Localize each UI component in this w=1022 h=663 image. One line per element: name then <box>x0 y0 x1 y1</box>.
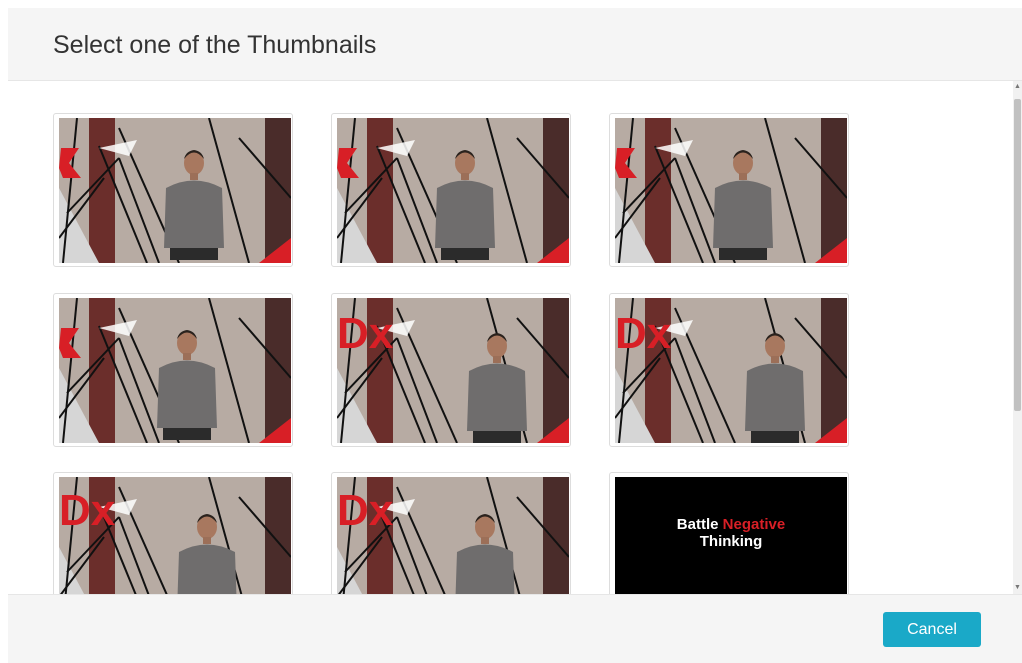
thumbnail-image <box>615 118 847 263</box>
dialog-footer: Cancel <box>8 594 1022 663</box>
thumbnail-image <box>59 477 291 594</box>
svg-text:Battle Negative: Battle Negative <box>677 516 785 533</box>
thumbnail-6[interactable] <box>609 293 849 447</box>
thumbnail-5[interactable] <box>331 293 571 447</box>
thumbnail-image <box>615 298 847 443</box>
thumbnail-7[interactable] <box>53 472 293 594</box>
title-card-image: Battle Negative Thinking <box>615 477 847 594</box>
dialog-title: Select one of the Thumbnails <box>53 31 377 59</box>
thumbnail-8[interactable] <box>331 472 571 594</box>
thumbnail-image <box>337 298 569 443</box>
scroll-up-arrow-icon[interactable]: ▲ <box>1013 81 1022 93</box>
thumbnail-1[interactable] <box>53 113 293 267</box>
thumbnail-image <box>59 118 291 263</box>
scrollbar[interactable]: ▲ ▼ <box>1013 81 1022 594</box>
cancel-button[interactable]: Cancel <box>883 612 981 647</box>
scrollbar-thumb[interactable] <box>1014 99 1021 411</box>
thumbnail-image <box>337 477 569 594</box>
dialog-header: Select one of the Thumbnails <box>8 8 1022 81</box>
scroll-down-arrow-icon[interactable]: ▼ <box>1013 582 1022 594</box>
thumbnail-dialog: Select one of the Thumbnails Battle Nega… <box>8 8 1022 663</box>
title-card-word-thinking: Thinking <box>700 533 763 550</box>
thumbnail-grid[interactable]: Battle Negative Thinking ▲ ▼ <box>8 81 1022 594</box>
thumbnail-4[interactable] <box>53 293 293 447</box>
thumbnail-3[interactable] <box>609 113 849 267</box>
thumbnail-9[interactable]: Battle Negative Thinking <box>609 472 849 594</box>
title-card-word-battle: Battle <box>677 516 719 533</box>
title-card-word-negative: Negative <box>723 516 786 533</box>
thumbnail-image <box>337 118 569 263</box>
thumbnail-image <box>59 298 291 443</box>
thumbnail-2[interactable] <box>331 113 571 267</box>
